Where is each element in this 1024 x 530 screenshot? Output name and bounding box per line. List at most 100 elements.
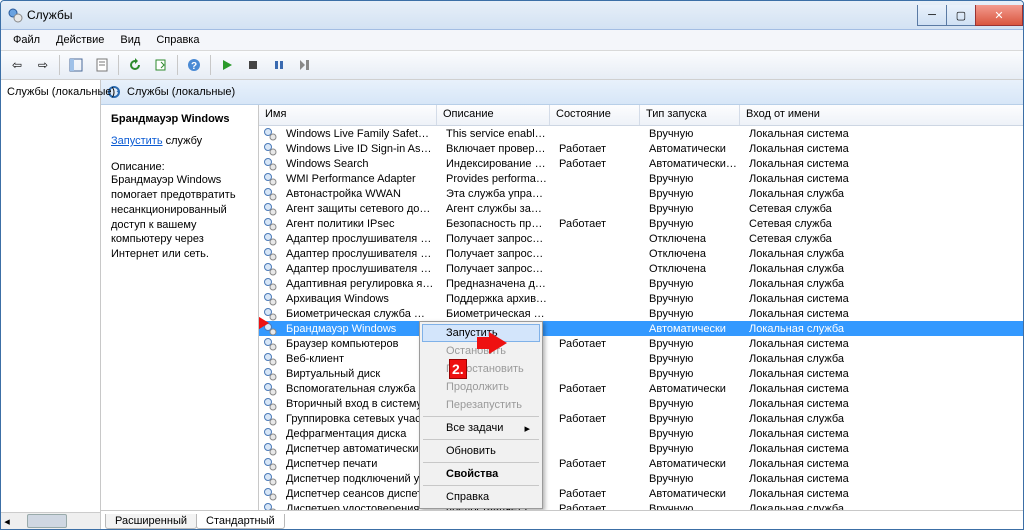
export-button[interactable] bbox=[149, 53, 173, 77]
service-row[interactable]: Агент защиты сетевого доступаАгент служб… bbox=[259, 201, 1023, 216]
cell-logon: Локальная система bbox=[743, 443, 1023, 455]
cell-name: Диспетчер удостоверения сетев... bbox=[280, 503, 440, 511]
service-row[interactable]: Windows Live ID Sign-in AssistantВключае… bbox=[259, 141, 1023, 156]
cell-logon: Локальная служба bbox=[743, 278, 1023, 290]
cell-logon: Локальная служба bbox=[743, 503, 1023, 511]
tree-scrollbar[interactable]: ◂ bbox=[1, 512, 100, 529]
service-row[interactable]: Windows SearchИндексирование конт...Рабо… bbox=[259, 156, 1023, 171]
service-row[interactable]: Автонастройка WWANЭта служба управляет .… bbox=[259, 186, 1023, 201]
cell-state: Работает bbox=[553, 383, 643, 395]
menu-action[interactable]: Действие bbox=[48, 32, 112, 48]
cell-desc: Получает запросы на ... bbox=[440, 233, 553, 245]
cell-startup: Отключена bbox=[643, 263, 743, 275]
service-row[interactable]: Брандмауэр WindowsАвтоматическиЛокальная… bbox=[259, 321, 1023, 336]
cell-desc: Индексирование конт... bbox=[440, 158, 553, 170]
cell-logon: Сетевая служба bbox=[743, 218, 1023, 230]
cell-name: Автонастройка WWAN bbox=[280, 188, 440, 200]
cell-desc: Биометрическая служ... bbox=[440, 308, 553, 320]
service-row[interactable]: Виртуальный дискВручнуюЛокальная система bbox=[259, 366, 1023, 381]
header-strip: Службы (локальные) bbox=[101, 80, 1023, 105]
ctx-help[interactable]: Справка bbox=[422, 488, 540, 506]
service-row[interactable]: Вспомогательная служба IPРаботаетАвтомат… bbox=[259, 381, 1023, 396]
cell-logon: Локальная система bbox=[743, 458, 1023, 470]
properties-button[interactable] bbox=[90, 53, 114, 77]
pause-service-button[interactable] bbox=[267, 53, 291, 77]
cell-startup: Вручную bbox=[643, 443, 743, 455]
menu-view[interactable]: Вид bbox=[112, 32, 148, 48]
ctx-refresh[interactable]: Обновить bbox=[422, 442, 540, 460]
menubar: Файл Действие Вид Справка bbox=[1, 30, 1023, 51]
stop-service-button[interactable] bbox=[241, 53, 265, 77]
show-hide-tree-button[interactable] bbox=[64, 53, 88, 77]
service-row[interactable]: Диспетчер печатиРаботаетАвтоматическиЛок… bbox=[259, 456, 1023, 471]
cell-logon: Локальная служба bbox=[743, 323, 1023, 335]
service-row[interactable]: Диспетчер подключений удален...ВручнуюЛо… bbox=[259, 471, 1023, 486]
toolbar: ⇦ ⇨ ? bbox=[1, 51, 1023, 80]
service-row[interactable]: Адаптер прослушивателя Net.PipeПолучает … bbox=[259, 246, 1023, 261]
service-row[interactable]: Вторичный вход в системуВручнуюЛокальная… bbox=[259, 396, 1023, 411]
service-row[interactable]: Диспетчер автоматических под...ВручнуюЛо… bbox=[259, 441, 1023, 456]
window-controls: ─ ▢ ✕ bbox=[918, 5, 1023, 25]
minimize-button[interactable]: ─ bbox=[917, 5, 947, 26]
cell-name: Диспетчер сеансов диспетчера ... bbox=[280, 488, 440, 500]
service-row[interactable]: Адаптивная регулировка яркостиПредназнач… bbox=[259, 276, 1023, 291]
cell-desc: Эта служба управляет ... bbox=[440, 188, 553, 200]
run-service-link[interactable]: Запустить bbox=[111, 135, 163, 147]
cell-name: WMI Performance Adapter bbox=[280, 173, 440, 185]
ctx-all-tasks[interactable]: Все задачи▸ bbox=[422, 419, 540, 437]
service-row[interactable]: Адаптер прослушивателя Net.TcpПолучает з… bbox=[259, 261, 1023, 276]
body-split: Службы (локальные) ◂ Службы (локальные) … bbox=[1, 80, 1023, 529]
col-state[interactable]: Состояние bbox=[550, 105, 640, 125]
close-button[interactable]: ✕ bbox=[975, 5, 1023, 26]
ctx-properties[interactable]: Свойства bbox=[422, 465, 540, 483]
cell-state: Работает bbox=[553, 143, 643, 155]
col-name[interactable]: Имя bbox=[259, 105, 437, 125]
cell-logon: Локальная служба bbox=[743, 188, 1023, 200]
service-row[interactable]: WMI Performance AdapterProvides performa… bbox=[259, 171, 1023, 186]
cell-state: Работает bbox=[553, 488, 643, 500]
service-row[interactable]: Биометрическая служба WindowsБиометричес… bbox=[259, 306, 1023, 321]
col-startup[interactable]: Тип запуска bbox=[640, 105, 740, 125]
maximize-button[interactable]: ▢ bbox=[946, 5, 976, 26]
cell-logon: Локальная система bbox=[743, 308, 1023, 320]
gear-icon bbox=[263, 202, 277, 216]
cell-logon: Локальная служба bbox=[743, 353, 1023, 365]
service-row[interactable]: Группировка сетевых участниковРаботаетВр… bbox=[259, 411, 1023, 426]
service-row[interactable]: Архивация WindowsПоддержка архивации...В… bbox=[259, 291, 1023, 306]
help-button[interactable]: ? bbox=[182, 53, 206, 77]
gear-icon bbox=[263, 232, 277, 246]
menu-file[interactable]: Файл bbox=[5, 32, 48, 48]
tab-extended[interactable]: Расширенный bbox=[105, 514, 197, 529]
gear-icon bbox=[263, 352, 277, 366]
cell-logon: Локальная система bbox=[743, 488, 1023, 500]
col-logon[interactable]: Вход от имени bbox=[740, 105, 1023, 125]
service-row[interactable]: Веб-клиентВручнуюЛокальная служба bbox=[259, 351, 1023, 366]
service-row[interactable]: Windows Live Family Safety ServiceThis s… bbox=[259, 126, 1023, 141]
refresh-button[interactable] bbox=[123, 53, 147, 77]
cell-logon: Локальная система bbox=[743, 338, 1023, 350]
service-row[interactable]: Дефрагментация дискаВручнуюЛокальная сис… bbox=[259, 426, 1023, 441]
column-headers: Имя Описание Состояние Тип запуска Вход … bbox=[259, 105, 1023, 126]
cell-startup: Автоматически bbox=[643, 323, 743, 335]
start-service-button[interactable] bbox=[215, 53, 239, 77]
back-button[interactable]: ⇦ bbox=[5, 53, 29, 77]
service-row[interactable]: Диспетчер сеансов диспетчера ... Работает… bbox=[259, 486, 1023, 501]
forward-button[interactable]: ⇨ bbox=[31, 53, 55, 77]
ctx-pause: Приостановить bbox=[422, 360, 540, 378]
service-row[interactable]: Браузер компьютеровРаботаетВручнуюЛокаль… bbox=[259, 336, 1023, 351]
cell-logon: Локальная служба bbox=[743, 413, 1023, 425]
cell-startup: Вручную bbox=[643, 173, 743, 185]
col-description[interactable]: Описание bbox=[437, 105, 550, 125]
service-row[interactable]: Агент политики IPsecБезопасность проток.… bbox=[259, 216, 1023, 231]
tab-standard[interactable]: Стандартный bbox=[196, 514, 285, 529]
view-tabs: Расширенный Стандартный bbox=[101, 510, 1023, 529]
restart-service-button[interactable] bbox=[293, 53, 317, 77]
menu-help[interactable]: Справка bbox=[148, 32, 207, 48]
service-row[interactable]: Адаптер прослушивателя Net.MsmqПолучает … bbox=[259, 231, 1023, 246]
cell-startup: Автоматически bbox=[643, 488, 743, 500]
service-row[interactable]: Диспетчер удостоверения сетев...предоста… bbox=[259, 501, 1023, 510]
cell-logon: Локальная система bbox=[743, 173, 1023, 185]
cell-name: Вторичный вход в систему bbox=[280, 398, 440, 410]
cell-startup: Автоматически bbox=[643, 458, 743, 470]
tree-item-services-local[interactable]: Службы (локальные) bbox=[3, 84, 98, 100]
